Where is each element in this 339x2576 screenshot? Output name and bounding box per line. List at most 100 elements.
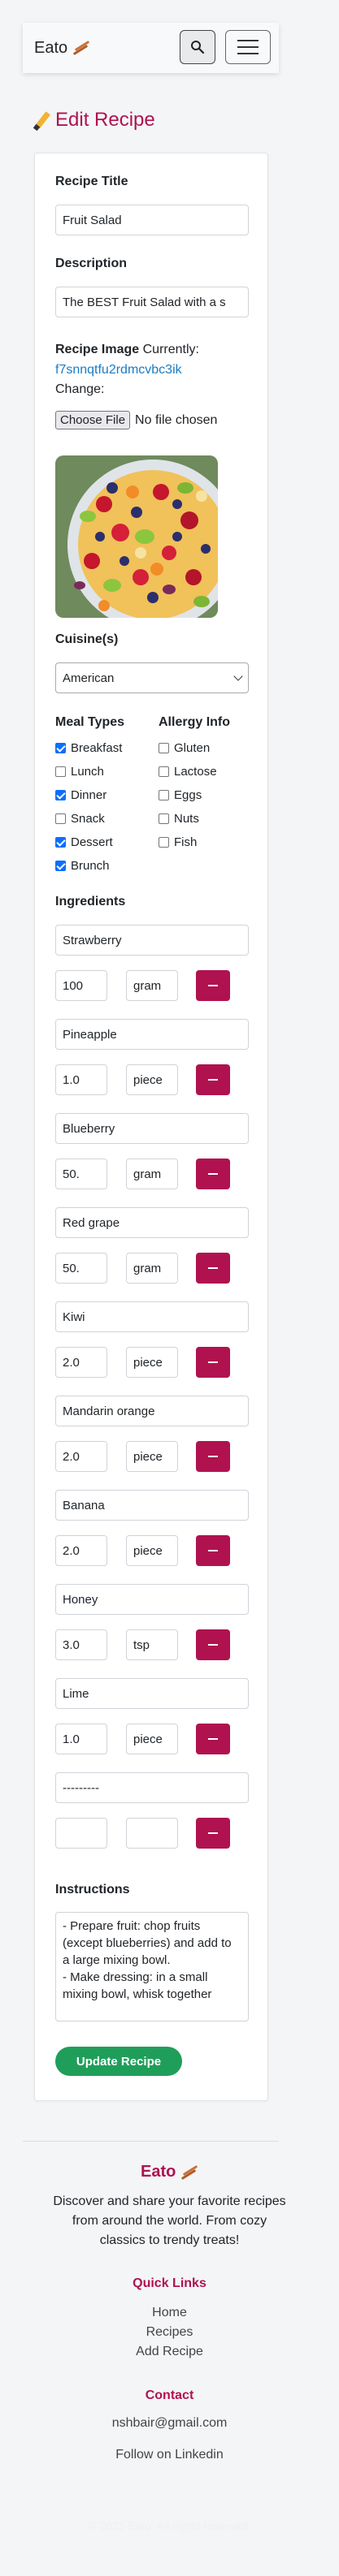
footer-link-home[interactable]: Home [0,2306,339,2320]
ingredient-unit-input[interactable]: piece [126,1064,178,1095]
ingredient-qty-input[interactable]: 100 [55,970,107,1001]
ingredient-name-input[interactable]: Red grape [55,1207,249,1238]
remove-ingredient-button[interactable] [196,1629,230,1660]
remove-ingredient-button[interactable] [196,970,230,1001]
ingredient-name-input[interactable]: Kiwi [55,1301,249,1332]
update-recipe-button[interactable]: Update Recipe [55,2047,182,2076]
ingredient-unit-input[interactable] [126,1818,178,1849]
choose-file-button[interactable]: Choose File [55,411,131,429]
footer-link-add-recipe[interactable]: Add Recipe [0,2345,339,2359]
footer-brand-name: Eato [141,2163,176,2181]
checkbox-label: Lactose [174,765,217,779]
ingredient-qty-input[interactable] [55,1818,107,1849]
ingredient-qty-input[interactable]: 50. [55,1253,107,1284]
minus-icon [208,1832,218,1834]
contact-heading: Contact [145,2388,194,2402]
menu-toggle-button[interactable] [225,30,271,64]
checkbox-label: Dinner [71,788,107,802]
description-input[interactable]: The BEST Fruit Salad with a s [55,287,249,317]
checkbox[interactable] [159,837,169,848]
remove-ingredient-button[interactable] [196,1535,230,1566]
image-currently-text: Currently: [142,343,199,356]
checkbox-label: Dessert [71,835,113,849]
checkbox-label: Nuts [174,812,199,826]
checkbox[interactable] [55,766,66,777]
page-title: Edit Recipe [34,109,155,132]
linkedin-link[interactable]: Follow on Linkedin [0,2448,339,2462]
ingredient-name-input[interactable]: Lime [55,1678,249,1709]
meal-type-brunch[interactable]: Brunch [55,859,110,873]
checkbox-label: Breakfast [71,741,123,755]
checkbox[interactable] [159,766,169,777]
ingredient-qty-input[interactable]: 2.0 [55,1347,107,1378]
ingredient-unit-input[interactable]: piece [126,1724,178,1754]
ingredient-qty-input[interactable]: 2.0 [55,1441,107,1472]
remove-ingredient-button[interactable] [196,1064,230,1095]
chopsticks-icon [72,40,90,56]
checkbox[interactable] [159,813,169,824]
fruit-salad-image [55,455,218,618]
minus-icon [208,1173,218,1175]
instructions-textarea[interactable]: - Prepare fruit: chop fruits (except blu… [55,1912,249,2022]
footer-description: Discover and share your favorite recipes… [53,2194,286,2247]
cuisine-selected-value: American [63,671,115,685]
ingredient-qty-input[interactable]: 1.0 [55,1064,107,1095]
ingredient-name-select[interactable]: --------- [55,1772,249,1803]
checkbox[interactable] [55,861,66,871]
cuisine-label: Cuisine(s) [55,632,119,646]
ingredient-unit-input[interactable]: piece [126,1535,178,1566]
ingredient-qty-input[interactable]: 50. [55,1159,107,1189]
remove-ingredient-button[interactable] [196,1347,230,1378]
ingredient-name-input[interactable]: Mandarin orange [55,1396,249,1426]
ingredient-unit-input[interactable]: tsp [126,1629,178,1660]
search-button[interactable] [180,30,215,64]
ingredient-name-input[interactable]: Honey [55,1584,249,1615]
brand-link[interactable]: Eato [34,39,90,58]
checkbox[interactable] [55,813,66,824]
ingredient-unit-input[interactable]: gram [126,1253,178,1284]
ingredient-qty-input[interactable]: 1.0 [55,1724,107,1754]
allergy-nuts[interactable]: Nuts [159,812,199,826]
ingredient-name-input[interactable]: Blueberry [55,1113,249,1144]
checkbox[interactable] [55,837,66,848]
meal-type-breakfast[interactable]: Breakfast [55,741,122,755]
allergy-fish[interactable]: Fish [159,835,197,849]
ingredient-qty-input[interactable]: 2.0 [55,1535,107,1566]
contact-email[interactable]: nshbair@gmail.com [0,2416,339,2431]
ingredient-qty-input[interactable]: 3.0 [55,1629,107,1660]
remove-ingredient-button[interactable] [196,1441,230,1472]
ingredient-unit-input[interactable]: piece [126,1441,178,1472]
ingredient-name-input[interactable]: Banana [55,1490,249,1521]
meal-type-dessert[interactable]: Dessert [55,835,113,849]
allergy-gluten[interactable]: Gluten [159,741,210,755]
remove-ingredient-button[interactable] [196,1818,230,1849]
remove-ingredient-button[interactable] [196,1724,230,1754]
ingredient-unit-input[interactable]: gram [126,1159,178,1189]
ingredient-name-input[interactable]: Pineapple [55,1019,249,1050]
instructions-label: Instructions [55,1883,130,1896]
meal-type-snack[interactable]: Snack [55,812,105,826]
minus-icon [208,1079,218,1081]
ingredient-name-input[interactable]: Strawberry [55,925,249,956]
checkbox[interactable] [159,743,169,753]
remove-ingredient-button[interactable] [196,1159,230,1189]
minus-icon [208,1456,218,1457]
cuisine-select[interactable]: American [55,662,249,693]
footer-link-recipes[interactable]: Recipes [0,2325,339,2340]
checkbox[interactable] [55,743,66,753]
checkbox[interactable] [55,790,66,800]
current-image-link[interactable]: f7snnqtfu2rdmcvbc3ik [55,363,182,378]
meal-type-lunch[interactable]: Lunch [55,765,104,779]
recipe-title-input[interactable]: Fruit Salad [55,205,249,235]
allergy-eggs[interactable]: Eggs [159,788,202,802]
meal-type-dinner[interactable]: Dinner [55,788,106,802]
checkbox-label: Fish [174,835,198,849]
checkbox[interactable] [159,790,169,800]
checkbox-label: Lunch [71,765,104,779]
allergy-lactose[interactable]: Lactose [159,765,217,779]
remove-ingredient-button[interactable] [196,1253,230,1284]
navbar: Eato [23,23,279,73]
minus-icon [208,1361,218,1363]
ingredient-unit-input[interactable]: gram [126,970,178,1001]
ingredient-unit-input[interactable]: piece [126,1347,178,1378]
